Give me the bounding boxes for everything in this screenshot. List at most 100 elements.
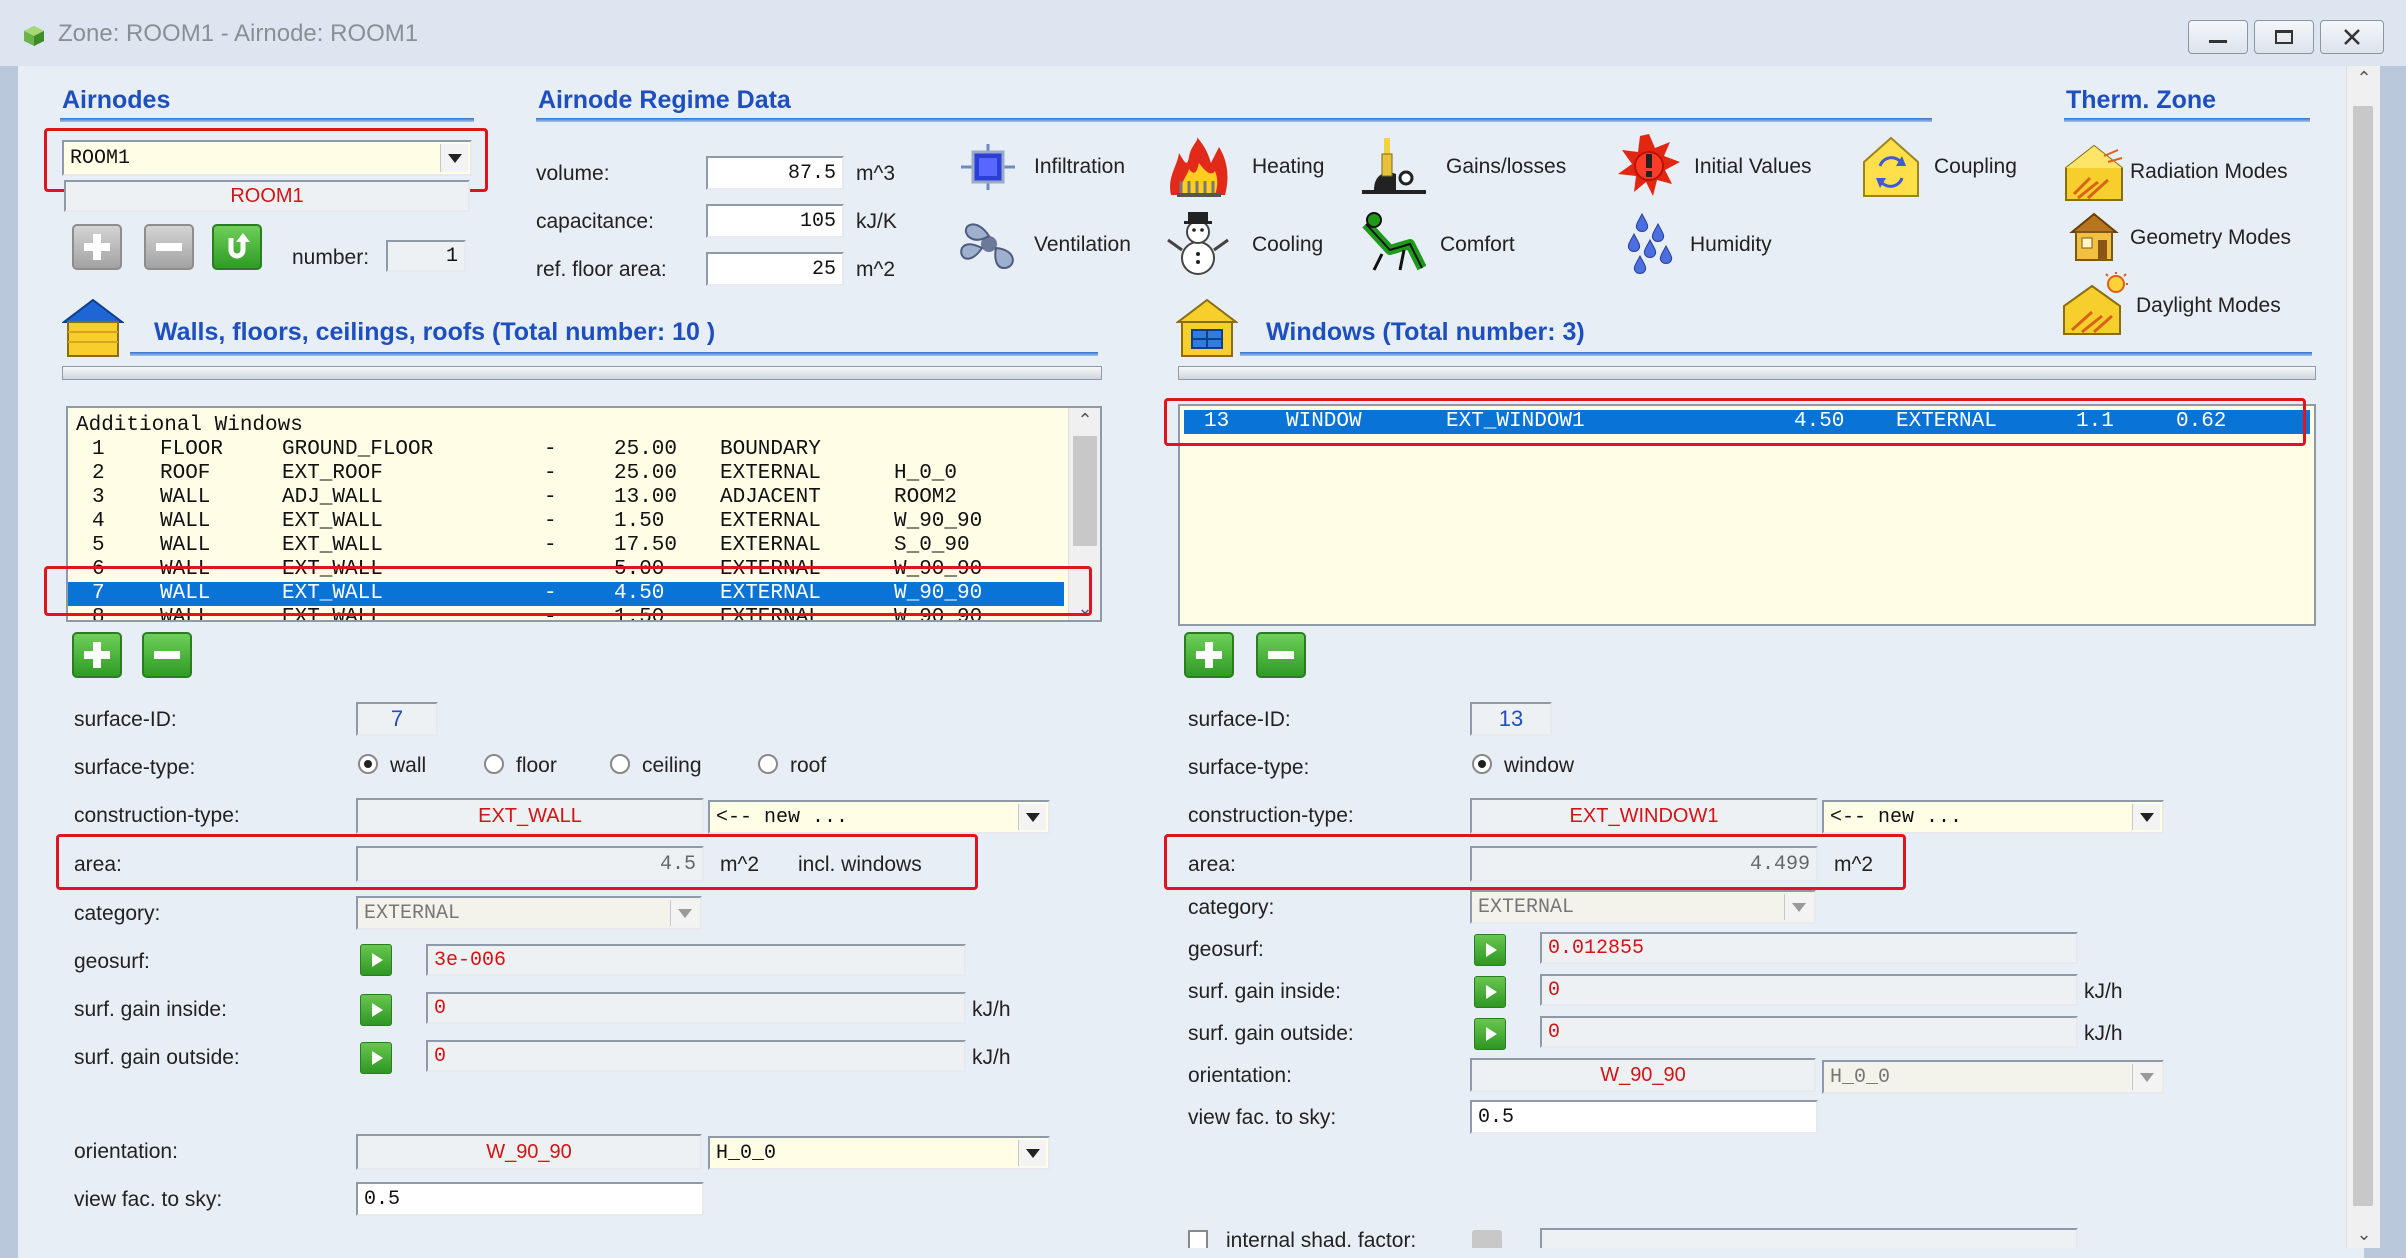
add-wall-button[interactable] xyxy=(72,632,122,678)
heating-button[interactable]: Heating xyxy=(1252,155,1324,179)
humidity-icon[interactable] xyxy=(1620,212,1678,276)
window-type-radio-window[interactable] xyxy=(1472,754,1492,774)
gains-losses-icon[interactable] xyxy=(1360,134,1430,198)
table-row[interactable]: 1 FLOOR GROUND_FLOOR -25.00 BOUNDARY xyxy=(68,438,1064,462)
geometry-modes-button[interactable]: Geometry Modes xyxy=(2130,226,2291,250)
window-geosurf-play-icon[interactable] xyxy=(1474,934,1506,966)
wall-type-radio-ceiling[interactable] xyxy=(610,754,630,774)
walls-list-scrollbar[interactable]: ⌃ ⌄ xyxy=(1068,408,1100,620)
window-construction-select[interactable]: <-- new ... xyxy=(1822,800,2164,834)
initial-values-button[interactable]: Initial Values xyxy=(1694,155,1812,179)
wall-orientation-select-value: H_0_0 xyxy=(716,1141,777,1165)
window-category-value: EXTERNAL xyxy=(1478,895,1575,919)
table-row[interactable]: 6 WALL EXT_WALL -5.00 EXTERNAL W_90_90 xyxy=(68,558,1064,582)
ventilation-button[interactable]: Ventilation xyxy=(1034,233,1131,257)
wall-gain-outside-label: surf. gain outside: xyxy=(74,1046,240,1069)
wall-type-radio-wall[interactable] xyxy=(358,754,378,774)
wall-geosurf-play-icon[interactable] xyxy=(360,944,392,976)
airnode-name-field[interactable]: ROOM1 xyxy=(64,180,470,212)
table-row[interactable]: 4 WALL EXT_WALL -1.50 EXTERNAL W_90_90 xyxy=(68,510,1064,534)
window-shading-label: internal shad. factor: xyxy=(1226,1229,1417,1248)
table-row[interactable]: 8 WALL EXT_WALL -1.50 EXTERNAL W_90_90 xyxy=(68,606,1064,620)
wall-geosurf-label: geosurf: xyxy=(74,950,150,973)
wall-type-radio-roof[interactable] xyxy=(758,754,778,774)
scroll-up-icon[interactable]: ⌃ xyxy=(2347,66,2381,90)
table-row-selected[interactable]: 7 WALL EXT_WALL -4.50 EXTERNAL W_90_90 xyxy=(68,582,1064,606)
volume-unit: m^3 xyxy=(856,162,896,185)
wall-construction-select[interactable]: <-- new ... xyxy=(708,800,1050,834)
windows-list[interactable]: 13 WINDOW EXT_WINDOW1 4.50 EXTERNAL 1.1 0.62 xyxy=(1178,404,2316,626)
infiltration-button[interactable]: Infiltration xyxy=(1034,155,1125,179)
wall-orientation-select[interactable]: H_0_0 xyxy=(708,1136,1050,1170)
wall-category-value: EXTERNAL xyxy=(364,901,461,925)
add-window-button[interactable] xyxy=(1184,632,1234,678)
window-orientation-select: H_0_0 xyxy=(1822,1060,2164,1094)
wall-category-select: EXTERNAL xyxy=(356,896,702,930)
wall-surface-id-label: surface-ID: xyxy=(74,708,177,731)
windows-divider[interactable] xyxy=(1178,366,2316,380)
table-row[interactable]: 3 WALL ADJ_WALL -13.00 ADJACENT ROOM2 xyxy=(68,486,1064,510)
chevron-down-icon[interactable] xyxy=(440,144,468,172)
minimize-button[interactable] xyxy=(2188,20,2248,54)
wall-construction-label: construction-type: xyxy=(74,804,240,827)
walls-list[interactable]: Additional Windows 1 FLOOR GROUND_FLOOR -25… xyxy=(66,406,1102,622)
remove-wall-button[interactable] xyxy=(142,632,192,678)
scroll-down-icon[interactable]: ⌄ xyxy=(1069,596,1100,620)
comfort-button[interactable]: Comfort xyxy=(1440,233,1515,257)
window-shading-checkbox[interactable] xyxy=(1188,1230,1208,1248)
window-area-unit: m^2 xyxy=(1834,853,1874,876)
table-row[interactable]: 5 WALL EXT_WALL -17.50 EXTERNAL S_0_90 xyxy=(68,534,1064,558)
wall-gain-inside-play-icon[interactable] xyxy=(360,994,392,1026)
window-orientation-label: orientation: xyxy=(1188,1064,1292,1087)
window-surface-id-field: 13 xyxy=(1470,702,1552,736)
cooling-button[interactable]: Cooling xyxy=(1252,233,1323,257)
humidity-button[interactable]: Humidity xyxy=(1690,233,1772,257)
comfort-icon[interactable] xyxy=(1360,210,1426,276)
wall-gain-outside-play-icon[interactable] xyxy=(360,1042,392,1074)
wall-type-radio-floor[interactable] xyxy=(484,754,504,774)
radiation-modes-icon[interactable] xyxy=(2064,142,2124,202)
wall-gain-inside-label: surf. gain inside: xyxy=(74,998,227,1021)
airnode-select[interactable]: ROOM1 xyxy=(62,140,472,176)
scroll-thumb[interactable] xyxy=(2353,106,2373,1206)
gains-losses-button[interactable]: Gains/losses xyxy=(1446,155,1566,179)
wall-view-factor-input[interactable]: 0.5 xyxy=(356,1182,704,1216)
daylight-modes-icon[interactable] xyxy=(2062,272,2128,336)
window-area-label: area: xyxy=(1188,853,1236,876)
volume-input[interactable]: 87.5 xyxy=(706,156,844,190)
ventilation-icon[interactable] xyxy=(956,212,1022,276)
minimize-icon xyxy=(2209,39,2227,43)
walls-list-scroll-thumb[interactable] xyxy=(1073,436,1097,546)
daylight-modes-button[interactable]: Daylight Modes xyxy=(2136,294,2281,318)
coupling-icon[interactable] xyxy=(1860,136,1922,198)
chevron-down-icon[interactable] xyxy=(2132,804,2160,830)
chevron-down-icon[interactable] xyxy=(1018,804,1046,830)
wall-construction-field: EXT_WALL xyxy=(356,798,704,834)
scroll-down-icon[interactable]: ⌄ xyxy=(2347,1222,2381,1246)
capacitance-input[interactable]: 105 xyxy=(706,204,844,238)
close-button[interactable] xyxy=(2320,20,2384,54)
initial-values-icon[interactable] xyxy=(1616,134,1682,198)
table-row-selected[interactable]: 13 WINDOW EXT_WINDOW1 4.50 EXTERNAL 1.1 0.62 xyxy=(1184,410,2310,434)
maximize-button[interactable] xyxy=(2254,20,2314,54)
heating-icon[interactable] xyxy=(1166,136,1230,198)
geometry-modes-icon[interactable] xyxy=(2068,210,2122,264)
refresh-airnode-button[interactable] xyxy=(212,224,262,270)
remove-window-button[interactable] xyxy=(1256,632,1306,678)
table-row[interactable]: 2 ROOF EXT_ROOF -25.00 EXTERNAL H_0_0 xyxy=(68,462,1064,486)
window-view-factor-input[interactable]: 0.5 xyxy=(1470,1100,1818,1134)
window-gain-inside-play-icon[interactable] xyxy=(1474,976,1506,1008)
scroll-up-icon[interactable]: ⌃ xyxy=(1069,408,1100,432)
vertical-scrollbar[interactable]: ⌃ ⌄ xyxy=(2346,66,2380,1248)
wall-orientation-label: orientation: xyxy=(74,1140,178,1163)
cooling-icon[interactable] xyxy=(1166,210,1230,276)
window-gain-outside-play-icon[interactable] xyxy=(1474,1018,1506,1050)
floor-area-input[interactable]: 25 xyxy=(706,252,844,286)
capacitance-unit: kJ/K xyxy=(856,210,897,233)
walls-divider[interactable] xyxy=(62,366,1102,380)
window-surface-id-label: surface-ID: xyxy=(1188,708,1291,731)
coupling-button[interactable]: Coupling xyxy=(1934,155,2017,179)
chevron-down-icon[interactable] xyxy=(1018,1140,1046,1166)
radiation-modes-button[interactable]: Radiation Modes xyxy=(2130,160,2288,184)
infiltration-icon[interactable] xyxy=(958,138,1018,196)
